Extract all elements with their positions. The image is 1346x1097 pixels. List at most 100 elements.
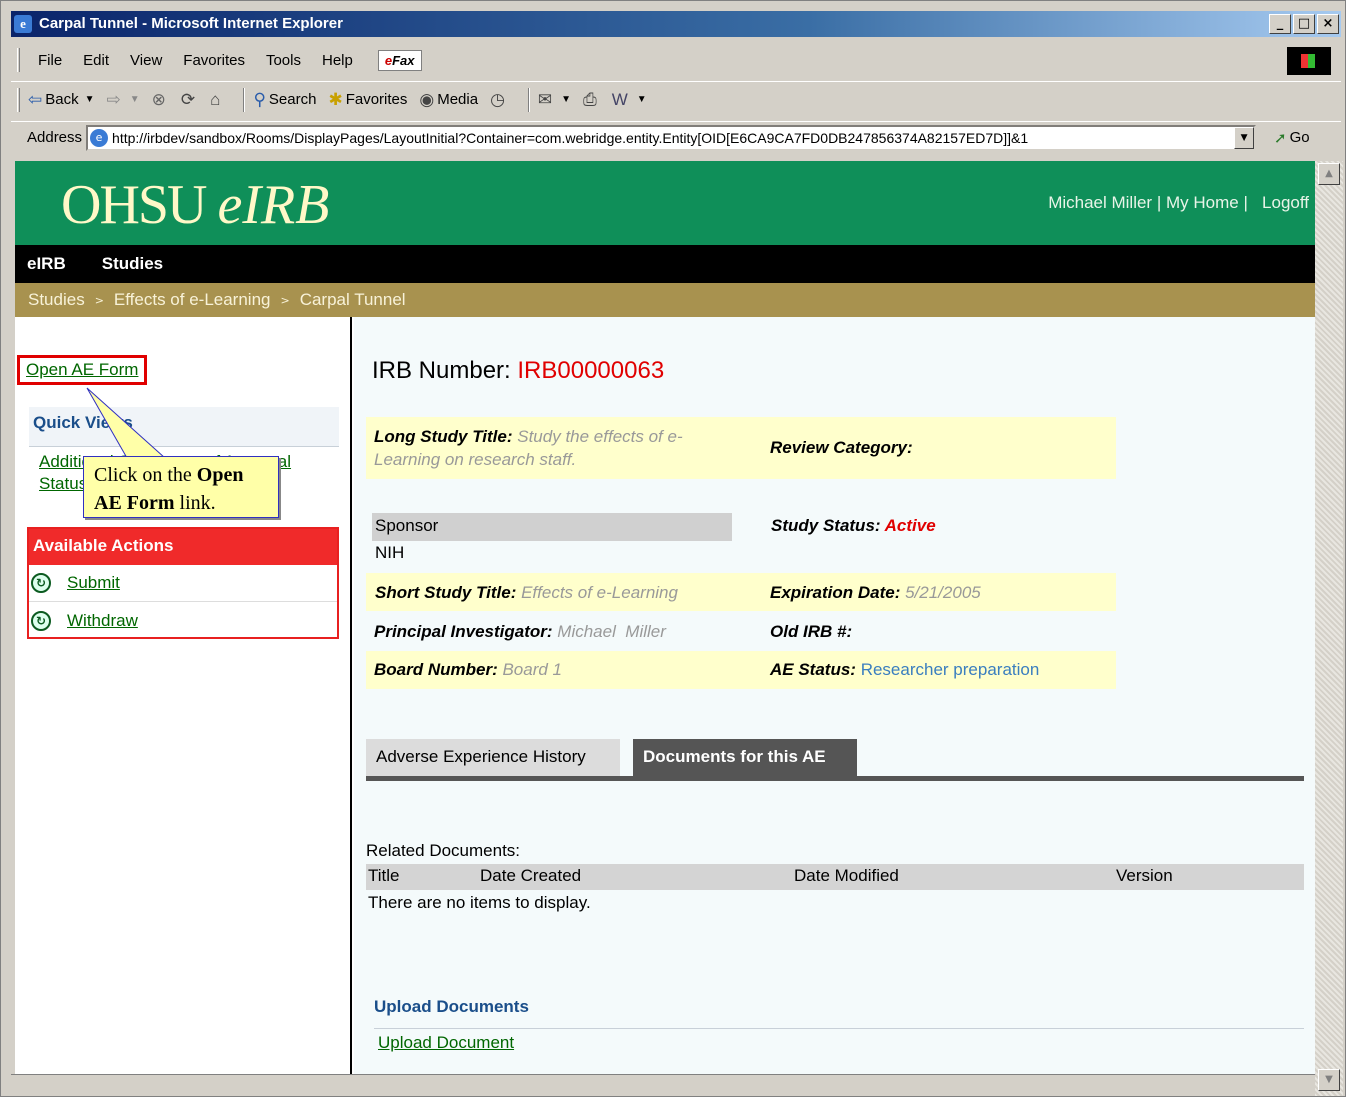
- forward-button[interactable]: ⇨ ▼: [107, 90, 140, 110]
- action-withdraw[interactable]: ↻ Withdraw: [29, 602, 337, 639]
- favorites-icon: ✱: [328, 89, 343, 109]
- breadcrumb: Studies > Effects of e-Learning > Carpal…: [15, 283, 1315, 317]
- ae-tabs: Adverse Experience History Documents for…: [366, 739, 1304, 781]
- toolbar-grip: [17, 87, 20, 112]
- menu-tools[interactable]: Tools: [258, 52, 314, 69]
- menu-edit[interactable]: Edit: [75, 52, 122, 69]
- title-bar: e Carpal Tunnel - Microsoft Internet Exp…: [11, 11, 1341, 37]
- short-study-title: Short Study Title: Effects of e-Learning: [375, 583, 678, 602]
- main-content: IRB Number: IRB00000063 Long Study Title…: [354, 317, 1315, 1074]
- nav-studies[interactable]: Studies: [102, 254, 163, 274]
- empty-table-message: There are no items to display.: [368, 893, 591, 912]
- page-viewport: OHSU eIRB Michael Miller | My Home | Log…: [15, 161, 1315, 1074]
- address-input[interactable]: e http://irbdev/sandbox/Rooms/DisplayPag…: [86, 124, 1257, 151]
- home-button[interactable]: ⌂: [210, 90, 223, 110]
- media-button[interactable]: ◉ Media: [419, 90, 478, 110]
- toolbar-separator: [243, 87, 246, 112]
- breadcrumb-separator: >: [94, 293, 104, 307]
- available-actions-heading: Available Actions: [29, 529, 337, 565]
- related-documents-label: Related Documents:: [366, 841, 521, 860]
- home-icon: ⌂: [210, 89, 221, 109]
- user-links: Michael Miller | My Home | Logoff: [1048, 193, 1309, 212]
- col-date-created[interactable]: Date Created: [480, 866, 581, 886]
- col-version[interactable]: Version: [1116, 866, 1173, 886]
- ae-status: AE Status: Researcher preparation: [770, 660, 1040, 679]
- search-icon: ⚲: [253, 89, 266, 109]
- breadcrumb-effects-of-elearning[interactable]: Effects of e-Learning: [114, 290, 271, 310]
- menu-bar: File Edit View Favorites Tools Help eFax: [11, 43, 1341, 77]
- window-title: Carpal Tunnel - Microsoft Internet Explo…: [39, 15, 343, 32]
- forward-arrow-icon: ⇨: [106, 89, 121, 109]
- breadcrumb-studies[interactable]: Studies: [28, 290, 85, 310]
- logoff-link[interactable]: Logoff: [1262, 193, 1309, 212]
- nav-eirb[interactable]: eIRB: [27, 254, 66, 274]
- my-home-link[interactable]: My Home: [1166, 193, 1239, 212]
- mail-button[interactable]: ✉ ▼: [538, 90, 571, 110]
- user-name-link[interactable]: Michael Miller: [1048, 193, 1152, 212]
- toolbar-grip: [17, 48, 20, 72]
- vertical-scrollbar[interactable]: ▲ ▼: [1315, 161, 1343, 1096]
- ae-status-link[interactable]: Researcher preparation: [861, 660, 1040, 679]
- instruction-callout: Click on the Open AE Form link.: [83, 456, 279, 518]
- review-category: Review Category:: [770, 438, 913, 457]
- action-arrow-icon: ↻: [31, 573, 51, 593]
- stop-icon: ⊗: [151, 89, 166, 109]
- ie-icon: e: [14, 15, 32, 33]
- address-bar: Address e http://irbdev/sandbox/Rooms/Di…: [11, 121, 1341, 153]
- go-button[interactable]: ➚ Go: [1274, 129, 1310, 147]
- withdraw-link[interactable]: Withdraw: [67, 611, 138, 631]
- refresh-icon: ⟳: [180, 89, 196, 109]
- print-button[interactable]: ⎙: [583, 90, 600, 110]
- quick-views-heading: Quick Views: [29, 407, 339, 447]
- refresh-button[interactable]: ⟳: [181, 90, 198, 110]
- dropdown-arrow-icon[interactable]: ▼: [637, 94, 647, 105]
- submit-link[interactable]: Submit: [67, 573, 120, 593]
- ohsu-eirb-logo[interactable]: OHSU eIRB: [61, 173, 329, 237]
- col-date-modified[interactable]: Date Modified: [794, 866, 899, 886]
- breadcrumb-carpal-tunnel[interactable]: Carpal Tunnel: [300, 290, 406, 310]
- history-button[interactable]: ◷: [490, 90, 508, 110]
- principal-investigator: Principal Investigator: Michael Miller: [374, 622, 666, 641]
- address-dropdown-icon[interactable]: ▼: [1234, 126, 1255, 149]
- windows-logo-icon: [1287, 47, 1331, 75]
- browser-window: e Carpal Tunnel - Microsoft Internet Exp…: [0, 0, 1346, 1097]
- close-button[interactable]: ×: [1317, 14, 1339, 34]
- favorites-button[interactable]: ✱ Favorites: [328, 90, 407, 110]
- tab-documents-for-this-ae[interactable]: Documents for this AE: [633, 739, 857, 776]
- window-controls: _ □ ×: [1269, 14, 1339, 34]
- col-title[interactable]: Title: [368, 866, 400, 886]
- stop-button[interactable]: ⊗: [152, 90, 169, 110]
- standard-toolbar: ⇦ Back ▼ ⇨ ▼ ⊗ ⟳ ⌂ ⚲ Search ✱ Favorites …: [11, 81, 1341, 117]
- main-nav: eIRB Studies: [15, 245, 1315, 283]
- action-submit[interactable]: ↻ Submit: [29, 565, 337, 602]
- dropdown-arrow-icon[interactable]: ▼: [130, 94, 140, 105]
- maximize-button[interactable]: □: [1293, 14, 1315, 34]
- documents-table-header: Title Date Created Date Modified Version: [366, 864, 1304, 890]
- sponsor-label: Sponsor: [372, 513, 732, 541]
- expiration-date: Expiration Date: 5/21/2005: [770, 583, 981, 602]
- tab-adverse-experience-history[interactable]: Adverse Experience History: [366, 739, 620, 776]
- menu-favorites[interactable]: Favorites: [175, 52, 258, 69]
- menu-file[interactable]: File: [30, 52, 75, 69]
- address-url[interactable]: http://irbdev/sandbox/Rooms/DisplayPages…: [112, 130, 1232, 146]
- open-ae-form-link[interactable]: Open AE Form: [17, 355, 148, 385]
- menu-view[interactable]: View: [122, 52, 175, 69]
- dropdown-arrow-icon[interactable]: ▼: [561, 94, 571, 105]
- menu-help[interactable]: Help: [314, 52, 366, 69]
- minimize-button[interactable]: _: [1269, 14, 1291, 34]
- study-status: Study Status: Active: [771, 516, 936, 535]
- edit-button[interactable]: W ▼: [612, 90, 647, 110]
- scroll-up-icon[interactable]: ▲: [1318, 163, 1340, 185]
- word-edit-icon: W: [611, 89, 628, 109]
- efax-button[interactable]: eFax: [377, 49, 422, 71]
- scroll-down-icon[interactable]: ▼: [1318, 1069, 1340, 1091]
- search-button[interactable]: ⚲ Search: [253, 90, 316, 110]
- history-icon: ◷: [490, 89, 505, 109]
- dropdown-arrow-icon[interactable]: ▼: [85, 94, 95, 105]
- available-actions-box: Available Actions ↻ Submit ↻ Withdraw: [27, 527, 339, 639]
- quick-link-status[interactable]: Status: [39, 474, 87, 493]
- upload-document-link[interactable]: Upload Document: [378, 1033, 514, 1053]
- status-bar: [11, 1074, 1315, 1096]
- back-button[interactable]: ⇦ Back ▼: [28, 90, 95, 110]
- upload-documents-heading: Upload Documents: [374, 997, 1304, 1029]
